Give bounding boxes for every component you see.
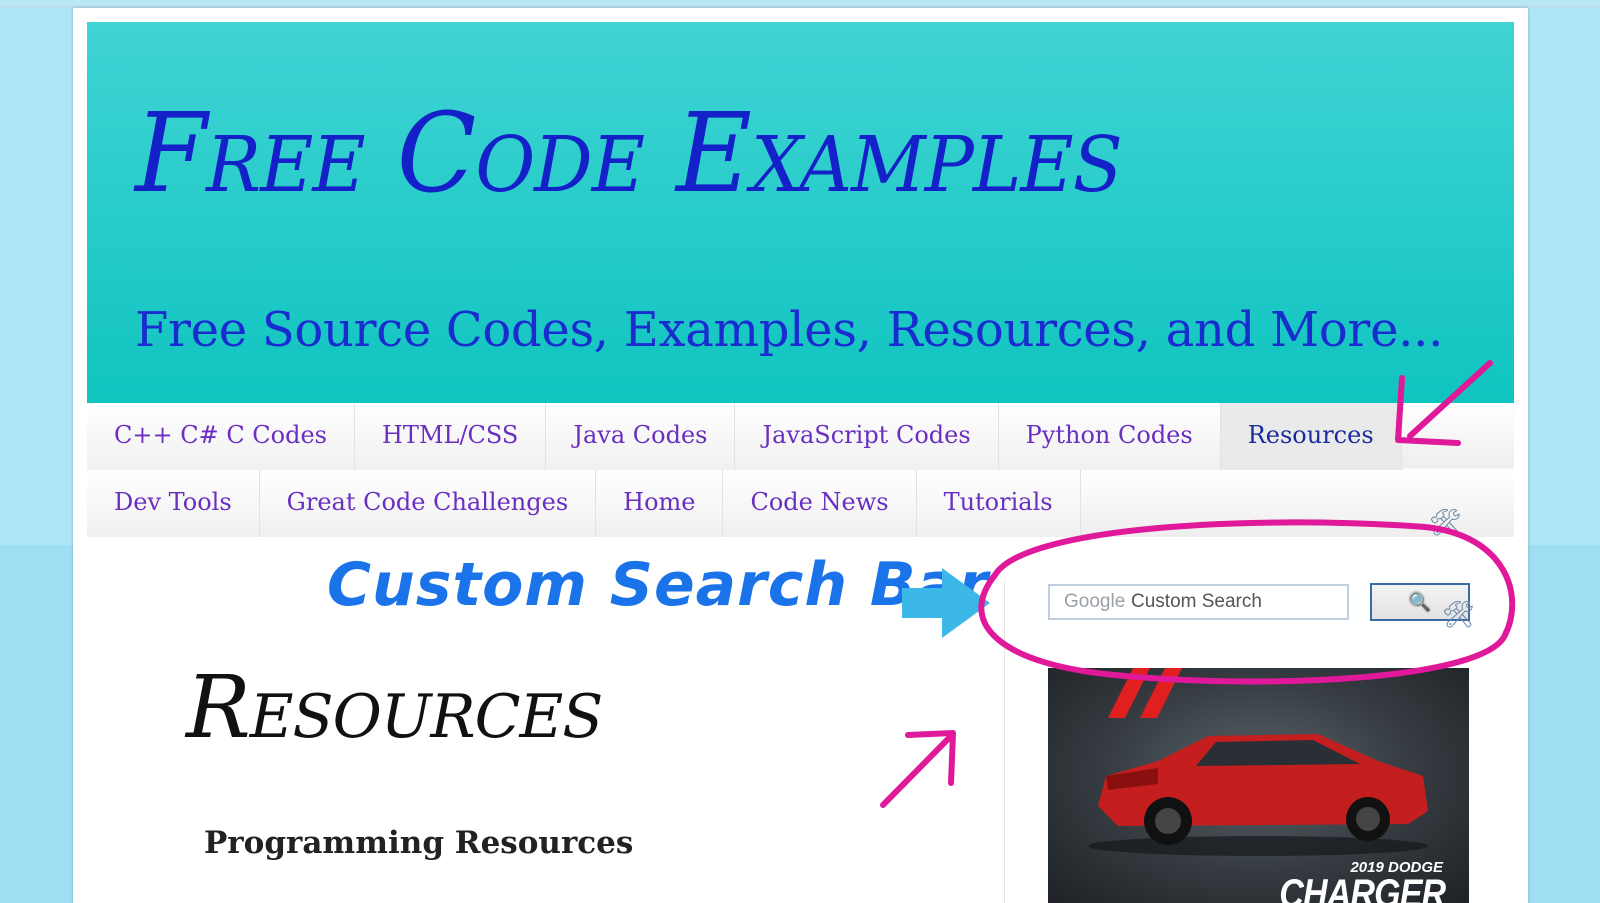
browser-top-edge [0,0,1600,7]
nav-item-c-codes[interactable]: C++ C# C Codes [87,403,355,470]
nav-item-javascript-codes[interactable]: JavaScript Codes [735,403,999,470]
annotation-label: Custom Search Bar [327,550,989,620]
nav-item-python-codes[interactable]: Python Codes [998,403,1221,470]
page-title: Resources [186,658,603,758]
advertisement[interactable]: 2019 DODGE CHARGER [1048,668,1469,903]
nav-row-2: Dev Tools Great Code Challenges Home Cod… [87,470,1081,537]
nav-item-java-codes[interactable]: Java Codes [546,403,736,470]
ad-model-label: CHARGER [1279,872,1446,903]
site-header: Free Code Examples Free Source Codes, Ex… [87,22,1514,403]
highlight-circle [978,519,1516,685]
car-image [1088,734,1428,856]
nav-item-great-code-challenges[interactable]: Great Code Challenges [259,470,597,537]
pointer-arrow-icon [1395,360,1493,446]
nav-item-code-news[interactable]: Code News [723,470,917,537]
nav-row-1: C++ C# C Codes HTML/CSS Java Codes JavaS… [87,403,1402,470]
site-title[interactable]: Free Code Examples [135,89,1123,217]
nav-item-html-css[interactable]: HTML/CSS [355,403,547,470]
site-description: Free Source Codes, Examples, Resources, … [135,302,1444,358]
nav-item-home[interactable]: Home [596,470,724,537]
nav-item-dev-tools[interactable]: Dev Tools [87,470,260,537]
section-heading: Programming Resources [204,825,634,861]
nav-item-resources[interactable]: Resources [1220,403,1402,470]
pointer-arrow-icon-2 [880,730,956,808]
